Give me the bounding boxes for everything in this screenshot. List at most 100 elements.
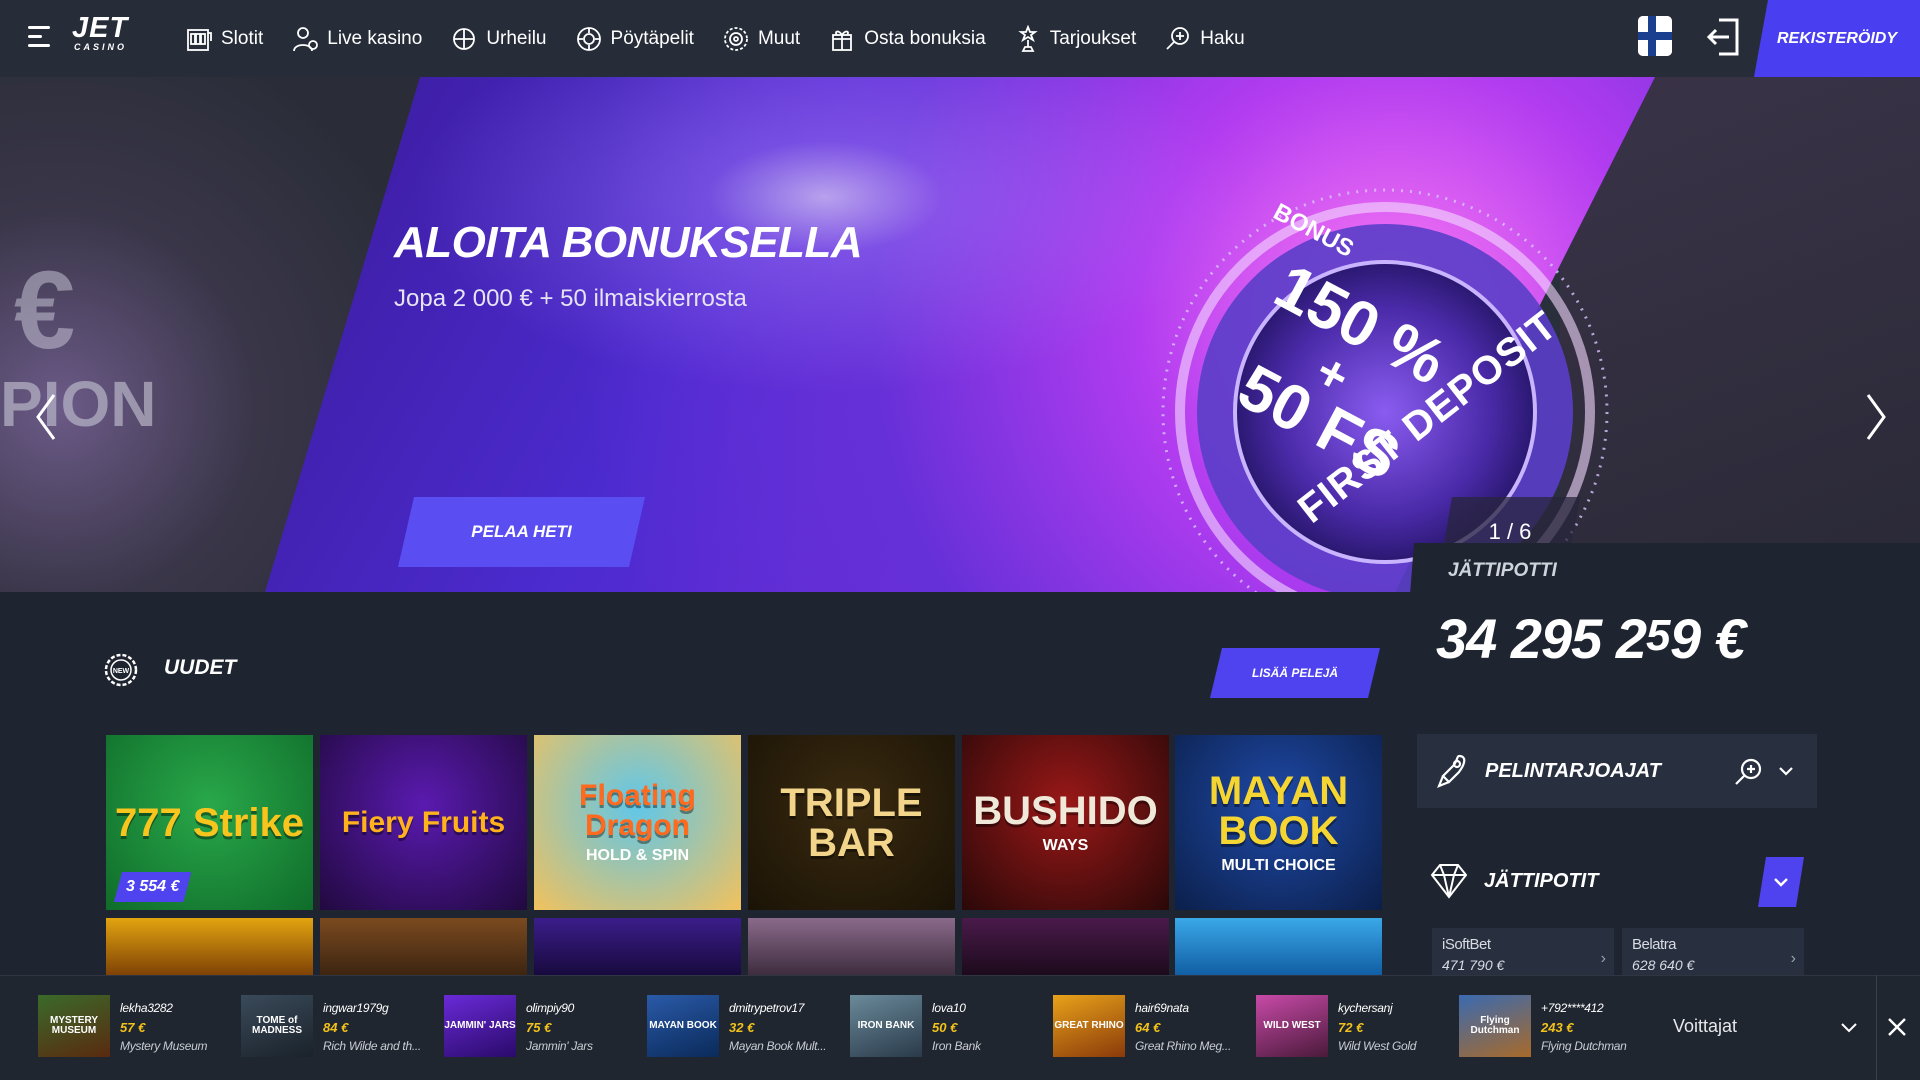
providers-dropdown[interactable]: PELINTARJOAJAT	[1417, 734, 1817, 808]
nav-item-pöytäpelit[interactable]: Pöytäpelit	[575, 25, 694, 53]
nav-item-muut[interactable]: Muut	[722, 25, 800, 53]
jackpots-label: JÄTTIPOTIT	[1484, 870, 1599, 892]
roulette-chip-icon	[575, 25, 611, 53]
menu-icon[interactable]	[28, 22, 56, 52]
main-nav: Slotit Live kasino Urheilu Pöytäpelit Muut Os…	[185, 0, 1273, 77]
game-tile-partial[interactable]	[748, 918, 955, 978]
jackpot-price-badge: 3 554 €	[114, 872, 191, 902]
sports-icon	[450, 25, 486, 53]
logo-main: JET	[72, 12, 129, 44]
game-tile[interactable]: MAYAN BOOK MULTI CHOICE	[1175, 735, 1382, 910]
winner-game-thumbnail: IRON BANK	[850, 995, 922, 1057]
nav-item-tarjoukset[interactable]: Tarjoukset	[1014, 24, 1136, 53]
finland-flag-icon[interactable]	[1638, 16, 1672, 56]
winners-chevron-down-icon[interactable]	[1838, 1016, 1860, 1038]
game-tile[interactable]: BUSHIDO WAYS	[962, 735, 1169, 910]
winner-item[interactable]: GREAT RHINO hair69nata 64 € Great Rhino Meg…	[1053, 995, 1253, 1061]
hero-banner: € PION BONUS 150 % + 50 FS FIRST DEPOSIT…	[0, 77, 1920, 592]
more-games-button[interactable]: LISÄÄ PELEJÄ	[1210, 648, 1380, 698]
game-title: Floating Dragon	[579, 778, 696, 842]
winner-username: kychersanj	[1338, 1001, 1393, 1015]
thumbnail-text: TOME of MADNESS	[251, 1015, 302, 1036]
winner-game-thumbnail: GREAT RHINO	[1053, 995, 1125, 1057]
provider-search-icon[interactable]	[1732, 756, 1764, 788]
winner-amount: 75 €	[526, 1020, 552, 1035]
game-tile-partial[interactable]	[534, 918, 741, 978]
winner-item[interactable]: IRON BANK lova10 50 € Iron Bank	[850, 995, 1050, 1061]
providers-chevron-down-icon	[1779, 767, 1793, 776]
game-tile-partial[interactable]	[1175, 918, 1382, 978]
thumbnail-text: Flying Dutchman	[1470, 1015, 1520, 1036]
jackpot-amount-tail: 9 €	[1669, 607, 1746, 670]
winner-amount: 243 €	[1541, 1020, 1574, 1035]
game-title: BUSHIDO	[973, 788, 1158, 833]
thumbnail-text: WILD WEST	[1263, 1020, 1321, 1031]
game-tile[interactable]: 777 Strike 3 554 €	[106, 735, 313, 910]
game-tile-art: MAYAN BOOK MULTI CHOICE	[1175, 771, 1382, 875]
nav-label: Slotit	[221, 27, 264, 49]
winner-item[interactable]: MYSTERY MUSEUM lekha3282 57 € Mystery Museu…	[38, 995, 238, 1061]
winner-amount: 72 €	[1338, 1020, 1364, 1035]
game-tile-partial[interactable]	[106, 918, 313, 978]
game-tile-art: 777 Strike	[107, 803, 312, 843]
nav-item-haku[interactable]: Haku	[1164, 25, 1245, 53]
play-now-button[interactable]: PELAA HETI	[398, 497, 645, 567]
nav-label: Osta bonuksia	[864, 27, 986, 49]
game-tile-partial[interactable]	[962, 918, 1169, 978]
thumbnail-text: MYSTERY MUSEUM	[50, 1015, 98, 1036]
diamond-icon	[1430, 864, 1468, 899]
jackpot-provider: Belatra	[1632, 936, 1677, 953]
nav-item-live-kasino[interactable]: Live kasino	[291, 25, 422, 53]
jackpots-chevron-down-icon	[1772, 873, 1790, 891]
game-tile[interactable]: Fiery Fruits	[320, 735, 527, 910]
game-title: TRIPLE BAR	[780, 780, 923, 865]
top-bar: JET CASINO Slotit Live kasino Urheilu Pöytä…	[0, 0, 1920, 77]
close-icon[interactable]	[1884, 1012, 1910, 1042]
winner-game-thumbnail: WILD WEST	[1256, 995, 1328, 1057]
winner-amount: 57 €	[120, 1020, 146, 1035]
register-button[interactable]: REKISTERÖIDY	[1754, 0, 1920, 77]
jackpot-card-amount: 628 640 €	[1632, 957, 1695, 973]
winner-username: hair69nata	[1135, 1001, 1189, 1015]
wheel-icon	[722, 25, 758, 53]
winners-divider	[1876, 975, 1877, 1080]
chevron-right-icon: ›	[1790, 950, 1796, 967]
nav-item-urheilu[interactable]: Urheilu	[450, 25, 547, 53]
nav-label: Muut	[757, 27, 801, 49]
game-tile-partial[interactable]	[320, 918, 527, 978]
previous-slide-arrow-icon[interactable]	[28, 387, 64, 447]
jackpot-rolling-digit: 5	[1645, 611, 1670, 660]
login-icon[interactable]	[1705, 16, 1743, 58]
dealer-icon	[291, 25, 327, 53]
winner-amount: 50 €	[932, 1020, 958, 1035]
nav-item-slotit[interactable]: Slotit	[185, 25, 263, 53]
winners-label: Voittajat	[1673, 1016, 1738, 1036]
jackpot-card-amount: 471 790 €	[1442, 957, 1505, 973]
chevron-right-icon: ›	[1600, 950, 1606, 967]
winner-item[interactable]: Flying Dutchman +792****412 243 € Flying Du…	[1459, 995, 1659, 1061]
rocket-icon	[1437, 754, 1466, 788]
nav-item-osta-bonuksia[interactable]: Osta bonuksia	[828, 25, 986, 53]
winner-username: ingwar1979g	[323, 1001, 389, 1015]
game-tile-art: BUSHIDO WAYS	[965, 791, 1165, 855]
jackpot-provider: iSoftBet	[1442, 936, 1491, 953]
nav-label: Pöytäpelit	[610, 27, 694, 49]
star-trophy-icon	[1014, 24, 1050, 53]
providers-label: PELINTARJOAJAT	[1485, 760, 1661, 782]
next-slide-arrow-icon[interactable]	[1858, 387, 1894, 447]
nav-label: Urheilu	[486, 27, 547, 49]
winner-item[interactable]: MAYAN BOOK dmitrypetrov17 32 € Mayan Book M…	[647, 995, 847, 1061]
nav-label: Live kasino	[327, 27, 423, 49]
winner-game-thumbnail: JAMMIN' JARS	[444, 995, 516, 1057]
winner-game-name: Wild West Gold	[1338, 1039, 1417, 1053]
winner-item[interactable]: TOME of MADNESS ingwar1979g 84 € Rich Wilde…	[241, 995, 441, 1061]
winner-item[interactable]: WILD WEST kychersanj 72 € Wild West Gold	[1256, 995, 1456, 1061]
logo[interactable]: JET CASINO	[72, 14, 142, 54]
game-tile[interactable]: Floating Dragon HOLD & SPIN	[534, 735, 741, 910]
winner-item[interactable]: JAMMIN' JARS olimpiy90 75 € Jammin' Jars	[444, 995, 644, 1061]
game-tile[interactable]: TRIPLE BAR	[748, 735, 955, 910]
jackpots-toggle[interactable]	[1758, 857, 1804, 907]
jackpot-amount-main: 34 295 2	[1436, 607, 1647, 670]
winner-game-name: Jammin' Jars	[526, 1039, 593, 1053]
search-icon	[1164, 25, 1200, 53]
